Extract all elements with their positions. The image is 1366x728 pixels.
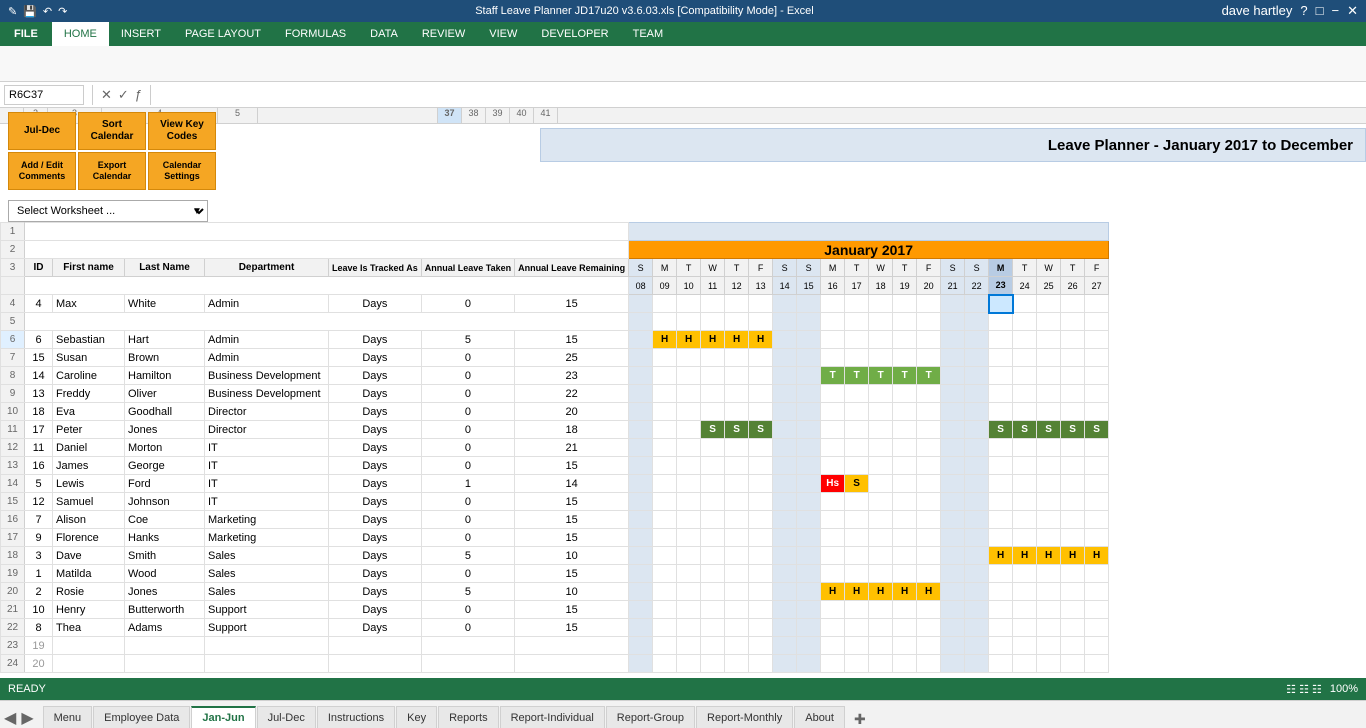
col-header-38: 38: [462, 108, 486, 123]
table-row: 22 8 Thea Adams Support Days 0 15: [1, 619, 1109, 637]
tab-developer[interactable]: DEVELOPER: [529, 22, 620, 46]
sheet-tabs: ◀ ▶ Menu Employee Data Jan-Jun Jul-Dec I…: [0, 700, 1366, 728]
formula-icons: ✕ ✓ ƒ: [101, 87, 142, 103]
save-icon[interactable]: 💾: [23, 5, 37, 18]
table-row: 5: [1, 313, 1109, 331]
sheet-tab-jan-jun[interactable]: Jan-Jun: [191, 706, 255, 728]
status-right: ☷ ☷ ☷ 100%: [1286, 683, 1358, 696]
formula-divider: [92, 85, 93, 105]
status-icons: ☷ ☷ ☷: [1286, 683, 1322, 696]
month-header-row: 2 January 2017: [1, 241, 1109, 259]
formula-input[interactable]: [159, 89, 1362, 101]
minimize-icon[interactable]: −: [1332, 3, 1340, 19]
tab-file[interactable]: FILE: [0, 22, 52, 46]
sheet-tab-jul-dec[interactable]: Jul-Dec: [257, 706, 316, 728]
table-row: 14 5 Lewis Ford IT Days 1 14 Hs S: [1, 475, 1109, 493]
redo-icon[interactable]: ↷: [58, 5, 67, 18]
table-row: 7 15 Susan Brown Admin Days 0 25: [1, 349, 1109, 367]
sheet-tab-reports[interactable]: Reports: [438, 706, 499, 728]
export-calendar-button[interactable]: Export Calendar: [78, 152, 146, 190]
table-row: 13 16 James George IT Days 0 15: [1, 457, 1109, 475]
tab-data[interactable]: DATA: [358, 22, 410, 46]
table-row: 12 11 Daniel Morton IT Days 0 21: [1, 439, 1109, 457]
tab-home[interactable]: HOME: [52, 22, 109, 46]
col-header-39: 39: [486, 108, 510, 123]
col-header-41: 41: [534, 108, 558, 123]
table-row: 16 7 Alison Coe Marketing Days 0 15: [1, 511, 1109, 529]
table-row: 8 14 Caroline Hamilton Business Developm…: [1, 367, 1109, 385]
table-row: 15 12 Samuel Johnson IT Days 0 15: [1, 493, 1109, 511]
window-title: Staff Leave Planner JD17u20 v3.6.03.xls …: [67, 5, 1221, 17]
help-icon[interactable]: ?: [1300, 3, 1307, 19]
undo-icon[interactable]: ↶: [43, 5, 52, 18]
date-header-row: 08 09 10 11 12 13 14 15 16 17 18 19 20 2…: [1, 277, 1109, 295]
col-header-37: 37: [438, 108, 462, 123]
table-row: 9 13 Freddy Oliver Business Development …: [1, 385, 1109, 403]
col-header-5: 5: [218, 108, 258, 123]
table-row: 23 19: [1, 637, 1109, 655]
zoom-level: 100%: [1330, 683, 1358, 695]
day-header-row: 3 ID First name Last Name Department Lea…: [1, 259, 1109, 277]
restore-icon[interactable]: □: [1316, 3, 1324, 19]
sheet-tab-about[interactable]: About: [794, 706, 845, 728]
title-bar: ✎ 💾 ↶ ↷ Staff Leave Planner JD17u20 v3.6…: [0, 0, 1366, 22]
view-key-codes-button[interactable]: View Key Codes: [148, 112, 216, 150]
worksheet-select-area: Select Worksheet ... Jan-Jun Jul-Dec Emp…: [8, 200, 202, 222]
col-header-space: [258, 108, 438, 123]
table-row: 20 2 Rosie Jones Sales Days 5 10 H H H H…: [1, 583, 1109, 601]
scroll-tabs-right-icon[interactable]: ▶: [21, 708, 33, 728]
scroll-tabs-left-icon[interactable]: ◀: [4, 708, 16, 728]
leave-planner-title-text: Leave Planner - January 2017 to December: [1048, 137, 1353, 154]
sheet-tab-menu[interactable]: Menu: [43, 706, 93, 728]
window-controls: dave hartley ? □ − ✕: [1222, 3, 1358, 19]
tab-insert[interactable]: INSERT: [109, 22, 173, 46]
table-row: 21 10 Henry Butterworth Support Days 0 1…: [1, 601, 1109, 619]
add-sheet-icon[interactable]: ✚: [854, 711, 866, 728]
sheet-tab-report-monthly[interactable]: Report-Monthly: [696, 706, 793, 728]
table-row: 17 9 Florence Hanks Marketing Days 0 15: [1, 529, 1109, 547]
sheet-tab-report-individual[interactable]: Report-Individual: [500, 706, 605, 728]
close-icon[interactable]: ✕: [1347, 3, 1358, 19]
status-bar: READY ☷ ☷ ☷ 100%: [0, 678, 1366, 700]
sheet-tab-key[interactable]: Key: [396, 706, 437, 728]
sort-calendar-button[interactable]: Sort Calendar: [78, 112, 146, 150]
sheet-tab-instructions[interactable]: Instructions: [317, 706, 395, 728]
title-row: 1: [1, 223, 1109, 241]
tab-team[interactable]: TEAM: [621, 22, 676, 46]
quick-access-toolbar: ✎ 💾 ↶ ↷: [8, 5, 67, 18]
formula-bar: ✕ ✓ ƒ: [0, 82, 1366, 108]
table-row: 11 17 Peter Jones Director Days 0 18 S S…: [1, 421, 1109, 439]
insert-function-icon[interactable]: ƒ: [135, 87, 142, 103]
table-row: 19 1 Matilda Wood Sales Days 0 15: [1, 565, 1109, 583]
calendar-settings-button[interactable]: Calendar Settings: [148, 152, 216, 190]
tab-formulas[interactable]: FORMULAS: [273, 22, 358, 46]
month-header: January 2017: [629, 241, 1109, 259]
confirm-formula-icon[interactable]: ✓: [118, 87, 129, 103]
col-header-40: 40: [510, 108, 534, 123]
leave-planner-title: Leave Planner - January 2017 to December: [540, 128, 1366, 162]
ribbon-tabs: FILE HOME INSERT PAGE LAYOUT FORMULAS DA…: [0, 22, 1366, 46]
sheet-tab-employee-data[interactable]: Employee Data: [93, 706, 190, 728]
cancel-formula-icon[interactable]: ✕: [101, 87, 112, 103]
formula-divider2: [150, 85, 151, 105]
tab-page-layout[interactable]: PAGE LAYOUT: [173, 22, 273, 46]
sheet-tab-report-group[interactable]: Report-Group: [606, 706, 695, 728]
status-ready: READY: [8, 683, 46, 695]
add-edit-comments-button[interactable]: Add / Edit Comments: [8, 152, 76, 190]
worksheet-select[interactable]: Select Worksheet ... Jan-Jun Jul-Dec Emp…: [8, 200, 208, 222]
table-row: 18 3 Dave Smith Sales Days 5 10 H H H H …: [1, 547, 1109, 565]
spreadsheet-area[interactable]: 1 2 January 2017 3 ID First name Last Na…: [0, 222, 1366, 678]
ribbon-area: [0, 46, 1366, 82]
tab-view[interactable]: VIEW: [477, 22, 529, 46]
table-row: 10 18 Eva Goodhall Director Days 0 20: [1, 403, 1109, 421]
name-box[interactable]: [4, 85, 84, 105]
table-row: 6 6 Sebastian Hart Admin Days 5 15 H H H…: [1, 331, 1109, 349]
user-name: dave hartley: [1222, 3, 1293, 19]
jul-dec-button[interactable]: Jul-Dec: [8, 112, 76, 150]
excel-icon: ✎: [8, 5, 17, 18]
tab-review[interactable]: REVIEW: [410, 22, 477, 46]
table-row: 4 4 Max White Admin Days 0 15: [1, 295, 1109, 313]
table-row: 24 20: [1, 655, 1109, 673]
custom-toolbar: Jul-Dec Sort Calendar View Key Codes Add…: [8, 112, 216, 190]
